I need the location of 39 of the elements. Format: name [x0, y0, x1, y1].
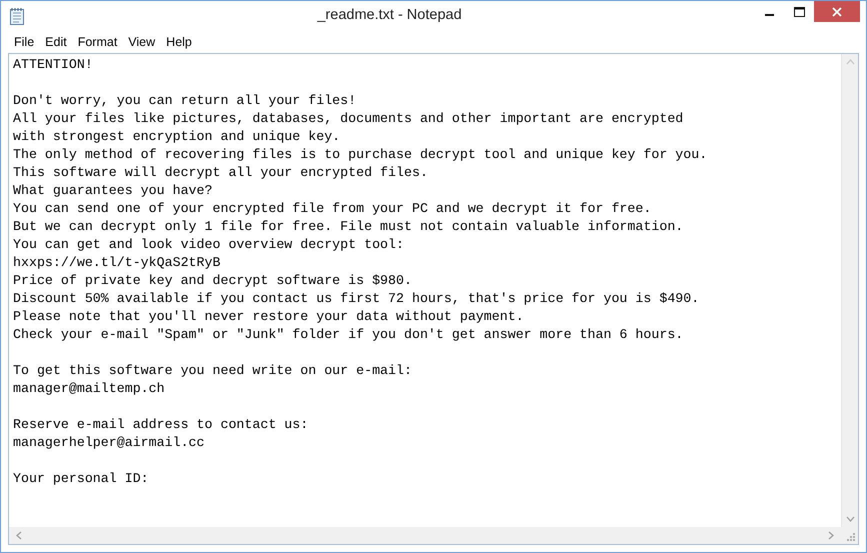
text-line: ATTENTION!	[13, 56, 94, 74]
text-line: managerhelper@airmail.cc	[13, 434, 206, 452]
text-line: with strongest encryption and unique key.	[13, 128, 342, 146]
text-line: Don't worry, you can return all your files!	[13, 92, 358, 110]
close-button[interactable]	[814, 1, 860, 22]
text-line: Price of private key and decrypt software is $980.	[13, 272, 413, 290]
text-line: hxxps://we.tl/t-ykQaS2tRyB	[13, 254, 222, 272]
notepad-icon	[9, 7, 25, 25]
text-line: Check your e-mail "Spam" or "Junk" folder if you don't get answer more than 6 hours.	[13, 326, 684, 344]
menu-item[interactable]: Edit	[39, 32, 72, 51]
text-line: What guarantees you have?	[13, 182, 214, 200]
text-area[interactable]	[8, 53, 859, 545]
menu-item[interactable]: View	[122, 32, 160, 51]
vertical-scrollbar[interactable]	[841, 54, 858, 527]
maximize-icon	[794, 6, 804, 16]
text-line: Reserve e-mail address to contact us:	[13, 416, 310, 434]
scroll-down-icon[interactable]	[846, 515, 854, 523]
text-line: But we can decrypt only 1 file for free. File must not contain valuable information.	[13, 218, 684, 236]
scroll-right-icon[interactable]	[827, 531, 835, 540]
horizontal-scrollbar[interactable]	[9, 527, 841, 544]
text-line: You can get and look video overview decrypt tool:	[13, 236, 405, 254]
menu-item[interactable]: Format	[72, 32, 122, 51]
menu-item[interactable]: Help	[160, 32, 197, 51]
menu-item[interactable]: File	[8, 32, 40, 51]
close-icon	[832, 6, 842, 16]
scroll-up-icon[interactable]	[846, 58, 854, 66]
text-line: You can send one of your encrypted file from your PC and we decrypt it for free.	[13, 200, 652, 218]
minimize-icon	[764, 14, 774, 16]
scroll-left-icon[interactable]	[15, 531, 23, 540]
text-line: Please note that you'll never restore your data without payment.	[13, 308, 525, 326]
text-line: This software will decrypt all your encrypted files.	[13, 164, 429, 182]
text-line: The only method of recovering files is to purchase decrypt tool and unique key for you.	[13, 146, 708, 164]
text-line: Your personal ID:	[13, 470, 150, 488]
text-line: Discount 50% available if you contact us first 72 hours, that's price for you is $490.	[13, 290, 700, 308]
text-line: manager@mailtemp.ch	[13, 380, 166, 398]
text-line: All your files like pictures, databases, documents and other important are encrypted	[13, 110, 684, 128]
text-line: To get this software you need write on our e-mail:	[13, 362, 413, 380]
resize-grip-icon[interactable]	[846, 532, 856, 542]
window-title: _readme.txt - Notepad	[316, 6, 463, 23]
